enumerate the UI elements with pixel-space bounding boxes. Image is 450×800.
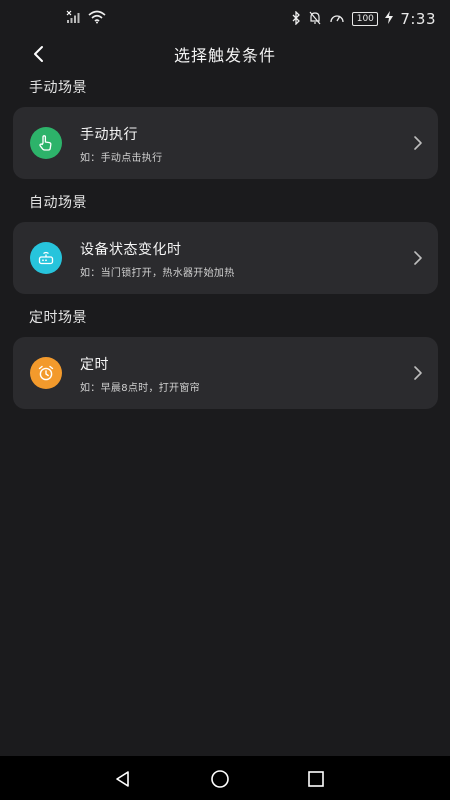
- speedometer-icon: [329, 11, 345, 28]
- nav-back-button[interactable]: [110, 766, 136, 792]
- charging-icon: [385, 11, 394, 27]
- trigger-card-device-state[interactable]: 设备状态变化时 如：当门锁打开，热水器开始加热: [13, 222, 438, 294]
- card-description: 如：早晨8点时，打开窗帘: [80, 383, 200, 394]
- card-title: 手动执行: [80, 127, 138, 143]
- trigger-card-timer[interactable]: 定时 如：早晨8点时，打开窗帘: [13, 337, 438, 409]
- section-title-timer: 定时场景: [29, 310, 87, 326]
- mute-bell-icon: [308, 11, 322, 28]
- router-device-icon: [30, 242, 62, 274]
- section-title-auto: 自动场景: [29, 195, 87, 211]
- card-title: 定时: [80, 357, 109, 373]
- chevron-right-icon: [414, 366, 422, 380]
- triangle-back-icon: [116, 771, 129, 787]
- status-time: 7:33: [400, 10, 436, 28]
- card-description: 如：当门锁打开，热水器开始加热: [80, 268, 235, 279]
- bluetooth-icon: [291, 9, 301, 28]
- status-left: [66, 10, 106, 27]
- square-recents-icon: [308, 771, 324, 787]
- card-description: 如：手动点击执行: [80, 153, 163, 164]
- page-title: 选择触发条件: [173, 46, 276, 65]
- hand-pointer-icon: [30, 127, 62, 159]
- chevron-right-icon: [414, 251, 422, 265]
- section-title-manual: 手动场景: [29, 80, 87, 96]
- system-nav-bar: [0, 756, 450, 800]
- card-title: 设备状态变化时: [80, 242, 182, 258]
- circle-home-icon: [211, 770, 229, 788]
- chevron-right-icon: [414, 136, 422, 150]
- status-right: 100 7:33: [291, 9, 436, 28]
- nav-recents-button[interactable]: [303, 766, 329, 792]
- cellular-signal-icon: [66, 10, 82, 27]
- status-bar: 100 7:33: [0, 0, 450, 40]
- header: 选择触发条件: [0, 36, 450, 72]
- nav-home-button[interactable]: [207, 766, 233, 792]
- wifi-icon: [88, 10, 106, 27]
- battery-indicator: 100: [352, 12, 379, 26]
- trigger-card-manual[interactable]: 手动执行 如：手动点击执行: [13, 107, 438, 179]
- alarm-clock-icon: [30, 357, 62, 389]
